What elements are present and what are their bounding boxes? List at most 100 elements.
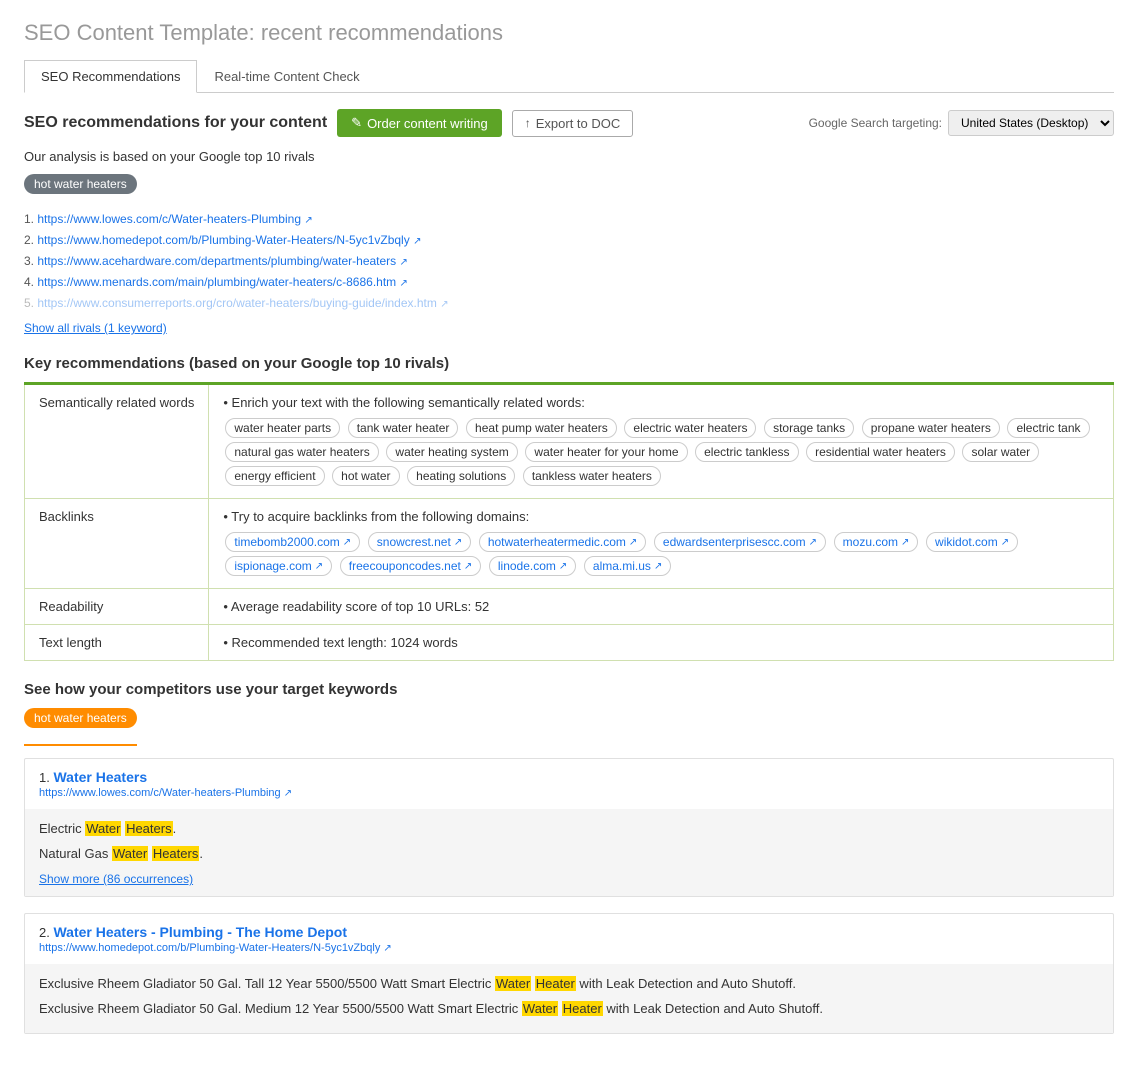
rival-item-1: 1. https://www.lowes.com/c/Water-heaters… [24, 210, 1114, 228]
text-length-text: • Recommended text length: 1024 words [223, 635, 457, 650]
table-row-backlinks: Backlinks • Try to acquire backlinks fro… [25, 499, 1114, 589]
edit-icon: ✎ [351, 115, 362, 131]
competitor-1-title[interactable]: Water Heaters [53, 769, 147, 785]
backlink-tag: alma.mi.us ↗ [584, 556, 671, 576]
ext-icon: ↗ [809, 537, 817, 548]
word-tag: residential water heaters [806, 442, 955, 462]
snippet-line-1: Electric Water Heaters. [39, 819, 1099, 839]
competitors-title: See how your competitors use your target… [24, 681, 1114, 698]
ext-link-icon-1: ↗ [304, 215, 312, 226]
backlink-tag: snowcrest.net ↗ [368, 532, 471, 552]
competitor-1-url-link[interactable]: https://www.lowes.com/c/Water-heaters-Pl… [39, 787, 281, 799]
competitor-2-title[interactable]: Water Heaters - Plumbing - The Home Depo… [53, 924, 347, 940]
export-doc-button[interactable]: ↑ Export to DOC [512, 110, 634, 137]
competitors-keyword-tag: hot water heaters [24, 708, 137, 728]
competitors-section: See how your competitors use your target… [24, 681, 1114, 1034]
readability-label: Readability [25, 589, 209, 625]
competitor-2-snippets: Exclusive Rheem Gladiator 50 Gal. Tall 1… [25, 964, 1113, 1033]
show-more-link-1[interactable]: Show more (86 occurrences) [39, 872, 193, 886]
backlink-tag: freecouponcodes.net ↗ [340, 556, 481, 576]
table-row-text-length: Text length • Recommended text length: 1… [25, 625, 1114, 661]
backlinks-intro: • Try to acquire backlinks from the foll… [223, 509, 529, 524]
ext-icon: ↗ [1001, 537, 1009, 548]
word-tag: propane water heaters [862, 418, 1000, 438]
semantic-words-label: Semantically related words [25, 384, 209, 499]
ext-icon: ↗ [454, 537, 462, 548]
keyword-tag-container: hot water heaters [24, 174, 1114, 202]
highlight: Water [85, 821, 121, 836]
highlight: Heaters [152, 846, 200, 861]
targeting-select[interactable]: United States (Desktop) [948, 110, 1114, 136]
order-content-writing-button[interactable]: ✎ Order content writing [337, 109, 502, 137]
rival-link-2[interactable]: https://www.homedepot.com/b/Plumbing-Wat… [37, 233, 409, 247]
key-recommendations-title: Key recommendations (based on your Googl… [24, 355, 1114, 372]
word-tag: tankless water heaters [523, 466, 661, 486]
competitor-2-num: 2. [39, 925, 53, 940]
word-tag: electric tankless [695, 442, 798, 462]
ext-icon: ↗ [343, 537, 351, 548]
readability-text: • Average readability score of top 10 UR… [223, 599, 489, 614]
targeting-label: Google Search targeting: [809, 116, 942, 130]
text-length-label: Text length [25, 625, 209, 661]
ext-link-icon-4: ↗ [400, 278, 408, 289]
tab-seo-recommendations[interactable]: SEO Recommendations [24, 60, 197, 93]
backlink-tag: edwardsenterprisescc.com ↗ [654, 532, 826, 552]
semantic-intro: • Enrich your text with the following se… [223, 395, 585, 410]
backlink-tag: mozu.com ↗ [834, 532, 919, 552]
competitor-item-2: 2. Water Heaters - Plumbing - The Home D… [24, 913, 1114, 1034]
highlight: Water [522, 1001, 558, 1016]
ext-link-icon-2: ↗ [413, 236, 421, 247]
backlink-tag: ispionage.com ↗ [225, 556, 332, 576]
backlinks-content: • Try to acquire backlinks from the foll… [209, 499, 1114, 589]
export-button-label: Export to DOC [536, 116, 621, 131]
word-tag: water heater for your home [525, 442, 687, 462]
page-title: SEO Content Template: recent recommendat… [24, 20, 1114, 46]
competitor-1-num: 1. [39, 770, 53, 785]
ext-link-icon: ↗ [284, 788, 292, 799]
page-title-dynamic: recent recommendations [261, 20, 503, 45]
backlink-tag: timebomb2000.com ↗ [225, 532, 360, 552]
ext-icon: ↗ [654, 561, 662, 572]
backlink-tag: hotwaterheatermedic.com ↗ [479, 532, 646, 552]
word-tag: water heating system [386, 442, 517, 462]
ext-link-icon-5: ↗ [440, 299, 448, 310]
highlight: Heater [535, 976, 576, 991]
highlight: Heaters [125, 821, 173, 836]
highlight: Water [495, 976, 531, 991]
show-all-rivals-link[interactable]: Show all rivals (1 keyword) [24, 321, 167, 335]
rival-link-1[interactable]: https://www.lowes.com/c/Water-heaters-Pl… [37, 212, 301, 226]
ext-icon: ↗ [629, 537, 637, 548]
semantic-words-content: • Enrich your text with the following se… [209, 384, 1114, 499]
tabs-bar: SEO Recommendations Real-time Content Ch… [24, 60, 1114, 93]
tab-realtime-content-check[interactable]: Real-time Content Check [197, 60, 376, 92]
word-tag: energy efficient [225, 466, 324, 486]
recommendations-table: Semantically related words • Enrich your… [24, 382, 1114, 661]
competitor-2-header: 2. Water Heaters - Plumbing - The Home D… [25, 914, 1113, 958]
competitor-2-url-link[interactable]: https://www.homedepot.com/b/Plumbing-Wat… [39, 942, 380, 954]
rival-link-5[interactable]: https://www.consumerreports.org/cro/wate… [37, 296, 437, 310]
word-tag: natural gas water heaters [225, 442, 378, 462]
analysis-note: Our analysis is based on your Google top… [24, 149, 1114, 164]
competitors-keyword-tag-wrapper: hot water heaters [24, 708, 137, 746]
ext-icon: ↗ [559, 561, 567, 572]
word-tag: heating solutions [407, 466, 515, 486]
competitor-1-url: https://www.lowes.com/c/Water-heaters-Pl… [39, 787, 1099, 799]
rival-link-4[interactable]: https://www.menards.com/main/plumbing/wa… [37, 275, 396, 289]
rival-link-3[interactable]: https://www.acehardware.com/departments/… [37, 254, 396, 268]
page-title-static: SEO Content Template: [24, 20, 255, 45]
text-length-content: • Recommended text length: 1024 words [209, 625, 1114, 661]
rival-item-2: 2. https://www.homedepot.com/b/Plumbing-… [24, 231, 1114, 249]
word-tag: electric water heaters [624, 418, 756, 438]
backlink-tag: wikidot.com ↗ [926, 532, 1018, 552]
snippet-line-3: Exclusive Rheem Gladiator 50 Gal. Tall 1… [39, 974, 1099, 994]
highlight: Water [112, 846, 148, 861]
readability-content: • Average readability score of top 10 UR… [209, 589, 1114, 625]
word-tag: heat pump water heaters [466, 418, 617, 438]
backlink-tags-container: timebomb2000.com ↗ snowcrest.net ↗ hotwa… [223, 530, 1099, 578]
ext-link-icon-3: ↗ [400, 257, 408, 268]
ext-icon: ↗ [315, 561, 323, 572]
upload-icon: ↑ [525, 116, 531, 130]
backlink-tag: linode.com ↗ [489, 556, 576, 576]
ext-link-icon-2: ↗ [383, 943, 391, 954]
rival-item-5: 5. https://www.consumerreports.org/cro/w… [24, 294, 1114, 312]
